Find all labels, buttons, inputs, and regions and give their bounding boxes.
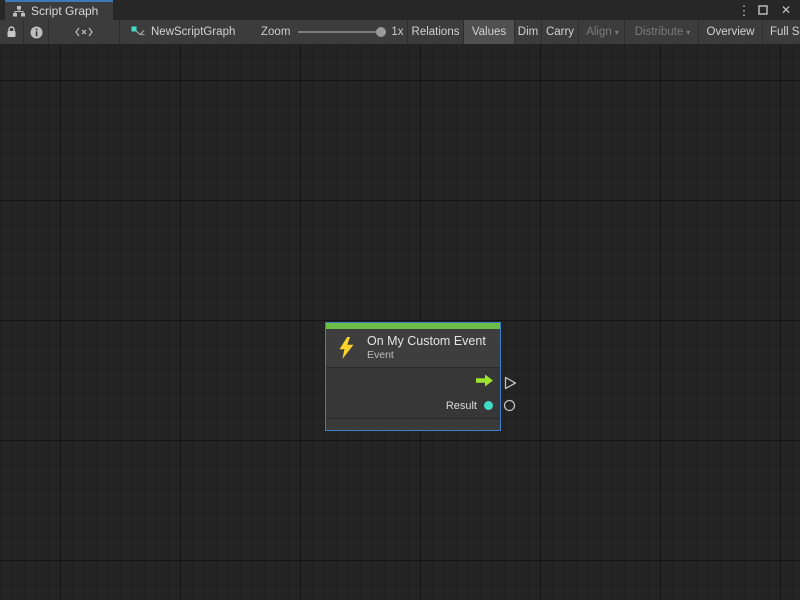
script-graph-window: Script Graph ⋮ ✕	[0, 0, 800, 600]
node-footer	[326, 418, 500, 430]
toolbar-button-dim[interactable]: Dim	[515, 20, 542, 44]
chevron-down-icon: ▾	[686, 28, 690, 37]
info-icon	[30, 26, 43, 39]
toolbar-button-distribute[interactable]: Distribute ▾	[625, 20, 699, 44]
graph-toolbar: NewScriptGraph Zoom 1x Relations Values …	[0, 20, 800, 45]
code-preview-button[interactable]	[49, 20, 120, 44]
tab-bar: Script Graph ⋮ ✕	[0, 0, 800, 20]
graph-name-label: NewScriptGraph	[151, 26, 235, 38]
zoom-label: Zoom	[261, 26, 290, 38]
result-port-label: Result	[446, 400, 477, 412]
node-header: On My Custom Event Event	[326, 329, 500, 367]
node-title: On My Custom Event	[367, 334, 486, 349]
node-on-my-custom-event[interactable]: On My Custom Event Event Result	[325, 322, 501, 431]
node-subtitle: Event	[367, 349, 486, 362]
zoom-control: Zoom 1x	[254, 20, 408, 44]
tab-script-graph[interactable]: Script Graph	[5, 0, 113, 20]
toolbar-button-relations[interactable]: Relations	[408, 20, 464, 44]
node-body: Result	[326, 367, 500, 418]
toolbar-button-carry[interactable]: Carry	[542, 20, 579, 44]
zoom-value: 1x	[391, 26, 403, 38]
zoom-slider-handle[interactable]	[376, 27, 386, 37]
flow-port-triangle[interactable]	[504, 376, 517, 390]
close-icon[interactable]: ✕	[779, 4, 793, 16]
code-icon	[75, 27, 93, 37]
kebab-menu-icon[interactable]: ⋮	[737, 4, 751, 17]
graph-breadcrumb[interactable]: NewScriptGraph	[120, 20, 254, 44]
toolbar-button-values[interactable]: Values	[464, 20, 515, 44]
value-port-circle[interactable]	[503, 399, 516, 413]
toolbar-button-overview[interactable]: Overview	[699, 20, 763, 44]
lightning-bolt-icon	[339, 337, 354, 359]
flow-output-row	[326, 368, 500, 393]
window-controls: ⋮ ✕	[737, 0, 800, 20]
graph-hierarchy-icon	[13, 6, 25, 17]
chevron-down-icon: ▾	[615, 28, 619, 37]
zoom-slider[interactable]	[298, 31, 382, 33]
maximize-icon[interactable]	[758, 5, 772, 15]
value-port-dot[interactable]	[484, 401, 493, 410]
toolbar-button-fullscreen[interactable]: Full Screen	[763, 20, 800, 44]
graph-canvas[interactable]: On My Custom Event Event Result	[0, 45, 800, 600]
value-output-row: Result	[326, 393, 500, 418]
lock-icon	[6, 26, 17, 38]
flow-arrow-icon[interactable]	[476, 374, 493, 387]
tab-label: Script Graph	[31, 4, 98, 18]
script-graph-asset-icon	[131, 26, 145, 38]
info-button[interactable]	[24, 20, 49, 44]
lock-button[interactable]	[0, 20, 24, 44]
toolbar-button-align[interactable]: Align ▾	[579, 20, 625, 44]
